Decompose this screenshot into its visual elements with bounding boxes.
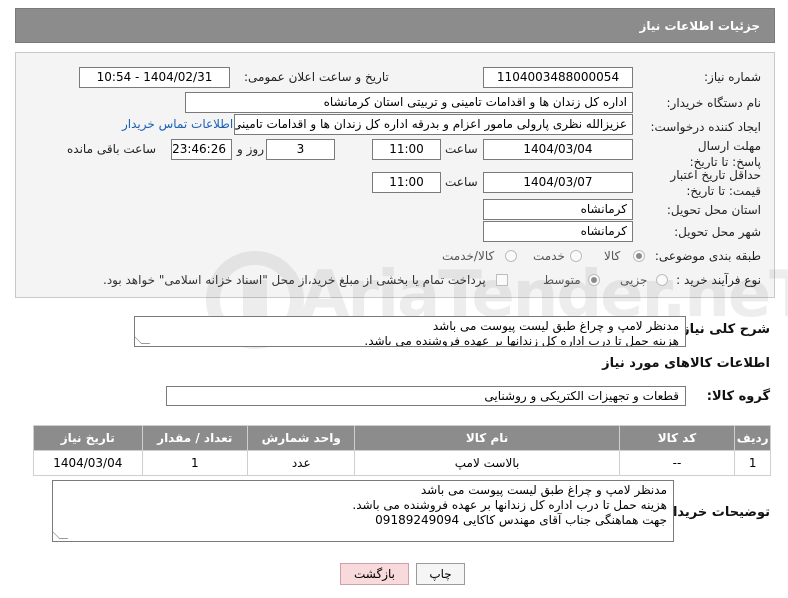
col-unit: واحد شمارش xyxy=(246,425,356,451)
buyer-org-label: نام دستگاه خریدار: xyxy=(666,96,762,110)
table-row: 1 -- بالاست لامپ عدد 1 1404/03/04 xyxy=(33,450,771,476)
buyer-notes-field[interactable]: مدنظر لامپ و چراغ طبق لیست پیوست می باشد… xyxy=(52,480,674,542)
validity-date-field: 1404/03/07 xyxy=(483,172,633,193)
requester-label: ایجاد کننده درخواست: xyxy=(650,120,761,134)
buyer-notes-label: توضیحات خریدار: xyxy=(660,505,770,520)
category-service-radio[interactable] xyxy=(570,250,582,262)
treasury-payment-checkbox[interactable] xyxy=(496,274,508,286)
item-code: -- xyxy=(618,450,736,476)
col-item-code: کد کالا xyxy=(618,425,736,451)
back-button[interactable]: بازگشت xyxy=(340,563,409,585)
process-label: نوع فرآیند خرید : xyxy=(676,273,761,287)
time-remaining-label: ساعت باقی مانده xyxy=(67,142,157,156)
item-unit: عدد xyxy=(246,450,356,476)
process-medium-radio[interactable] xyxy=(588,274,600,286)
days-remaining-field: 3 xyxy=(266,139,335,160)
goods-table: ردیف کد کالا نام کالا واحد شمارش تعداد /… xyxy=(33,425,771,476)
goods-table-header: ردیف کد کالا نام کالا واحد شمارش تعداد /… xyxy=(33,425,771,451)
process-medium-label: متوسط xyxy=(543,273,581,287)
days-label: روز و xyxy=(237,142,264,156)
time-remaining-field: 23:46:26 xyxy=(171,139,232,160)
item-name: بالاست لامپ xyxy=(354,450,620,476)
item-quantity: 1 xyxy=(141,450,249,476)
deadline-date-field: 1404/03/04 xyxy=(483,139,633,160)
category-service-label: خدمت xyxy=(533,249,565,263)
col-quantity: تعداد / مقدار xyxy=(141,425,249,451)
print-button[interactable]: چاپ xyxy=(416,563,465,585)
province-field: کرمانشاه xyxy=(483,199,633,220)
validity-time-field: 11:00 xyxy=(372,172,441,193)
treasury-payment-note: پرداخت تمام یا بخشی از مبلغ خرید،از محل … xyxy=(103,273,486,287)
requester-field: عزیزالله نظری پارولی مامور اعزام و بدرقه… xyxy=(234,114,633,135)
description-line-2: هزینه حمل تا درب اداره کل زندانها بر عهد… xyxy=(364,334,679,347)
col-need-date: تاریخ نیاز xyxy=(33,425,143,451)
announce-label: تاریخ و ساعت اعلان عمومی: xyxy=(244,70,389,84)
resize-handle-icon[interactable] xyxy=(53,530,69,539)
process-minor-label: جزیی xyxy=(620,273,648,287)
page-header: جزئیات اطلاعات نیاز xyxy=(15,8,775,43)
process-minor-radio[interactable] xyxy=(656,274,668,286)
need-number-field: 1104003488000054 xyxy=(483,67,633,88)
general-description-label: شرح کلی نیاز: xyxy=(676,322,770,337)
deadline-time-label: ساعت xyxy=(445,142,478,156)
buyer-notes-line-3: جهت هماهنگی جناب آقای مهندس کاکایی 09189… xyxy=(375,513,667,527)
goods-group-label: گروه کالا: xyxy=(706,389,770,404)
city-field: کرمانشاه xyxy=(483,221,633,242)
buyer-notes-line-2: هزینه حمل تا درب اداره کل زندانها بر عهد… xyxy=(352,498,667,512)
page-title: جزئیات اطلاعات نیاز xyxy=(639,19,760,33)
col-row-number: ردیف xyxy=(734,425,771,451)
validity-time-label: ساعت xyxy=(445,175,478,189)
category-label: طبقه بندی موضوعی: xyxy=(654,249,761,263)
goods-section-title: اطلاعات کالاهای مورد نیاز xyxy=(602,356,770,371)
buyer-org-field: اداره کل زندان ها و اقدامات تامینی و ترب… xyxy=(185,92,633,113)
item-need-date: 1404/03/04 xyxy=(33,450,143,476)
deadline-time-field: 11:00 xyxy=(372,139,441,160)
category-both-label: کالا/خدمت xyxy=(442,249,495,263)
general-description-field[interactable]: مدنظر لامپ و چراغ طبق لیست پیوست می باشد… xyxy=(134,316,686,347)
city-label: شهر محل تحویل: xyxy=(674,225,761,239)
buyer-contact-link[interactable]: اطلاعات تماس خریدار xyxy=(122,117,233,131)
category-goods-label: کالا xyxy=(604,249,621,263)
province-label: استان محل تحویل: xyxy=(666,203,761,217)
deadline-label: مهلت ارسال پاسخ: تا تاریخ: xyxy=(689,139,761,169)
buyer-notes-line-1: مدنظر لامپ و چراغ طبق لیست پیوست می باشد xyxy=(420,483,667,497)
need-number-label: شماره نیاز: xyxy=(704,70,761,84)
category-goods-radio[interactable] xyxy=(633,250,645,262)
price-validity-label: حداقل تاریخ اعتبار قیمت: تا تاریخ: xyxy=(670,168,761,198)
col-item-name: نام کالا xyxy=(354,425,620,451)
row-number: 1 xyxy=(734,450,771,476)
goods-group-field: قطعات و تجهیزات الکتریکی و روشنایی xyxy=(166,386,686,406)
category-both-radio[interactable] xyxy=(505,250,517,262)
announce-datetime-field: 1404/02/31 - 10:54 xyxy=(79,67,230,88)
description-line-1: مدنظر لامپ و چراغ طبق لیست پیوست می باشد xyxy=(432,319,679,333)
